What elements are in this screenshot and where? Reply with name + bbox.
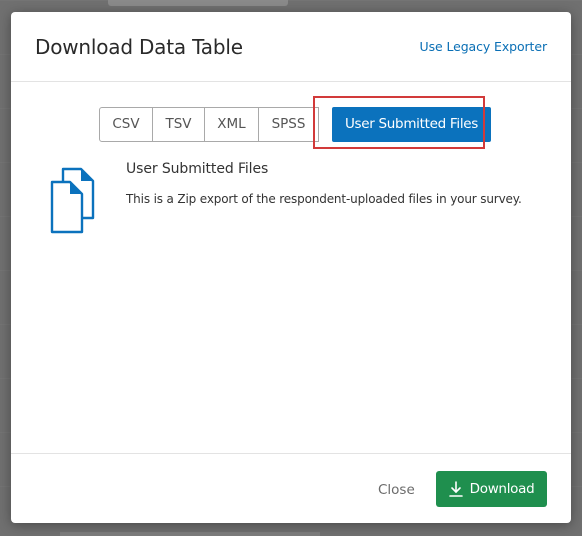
tab-xml[interactable]: XML bbox=[205, 107, 259, 142]
tab-user-submitted-files[interactable]: User Submitted Files bbox=[332, 107, 491, 142]
download-data-table-dialog: Download Data Table Use Legacy Exporter … bbox=[11, 12, 571, 523]
use-legacy-exporter-link[interactable]: Use Legacy Exporter bbox=[420, 39, 548, 54]
close-button[interactable]: Close bbox=[378, 482, 415, 498]
format-tabs: CSV TSV XML SPSS User Submitted Files bbox=[99, 107, 491, 142]
download-button-label: Download bbox=[469, 481, 535, 497]
dialog-header: Download Data Table Use Legacy Exporter bbox=[11, 12, 571, 82]
tab-tsv[interactable]: TSV bbox=[153, 107, 205, 142]
download-arrow-icon bbox=[448, 481, 463, 497]
download-button[interactable]: Download bbox=[436, 471, 547, 507]
documents-icon bbox=[50, 167, 95, 234]
dialog-title: Download Data Table bbox=[35, 35, 243, 59]
dialog-footer: Close Download bbox=[11, 453, 571, 523]
export-type-description: This is a Zip export of the respondent-u… bbox=[126, 192, 522, 206]
background-strip bbox=[108, 0, 288, 6]
export-type-title: User Submitted Files bbox=[126, 161, 269, 177]
background-strip bbox=[60, 532, 320, 536]
tab-csv[interactable]: CSV bbox=[99, 107, 153, 142]
tab-spss[interactable]: SPSS bbox=[259, 107, 319, 142]
